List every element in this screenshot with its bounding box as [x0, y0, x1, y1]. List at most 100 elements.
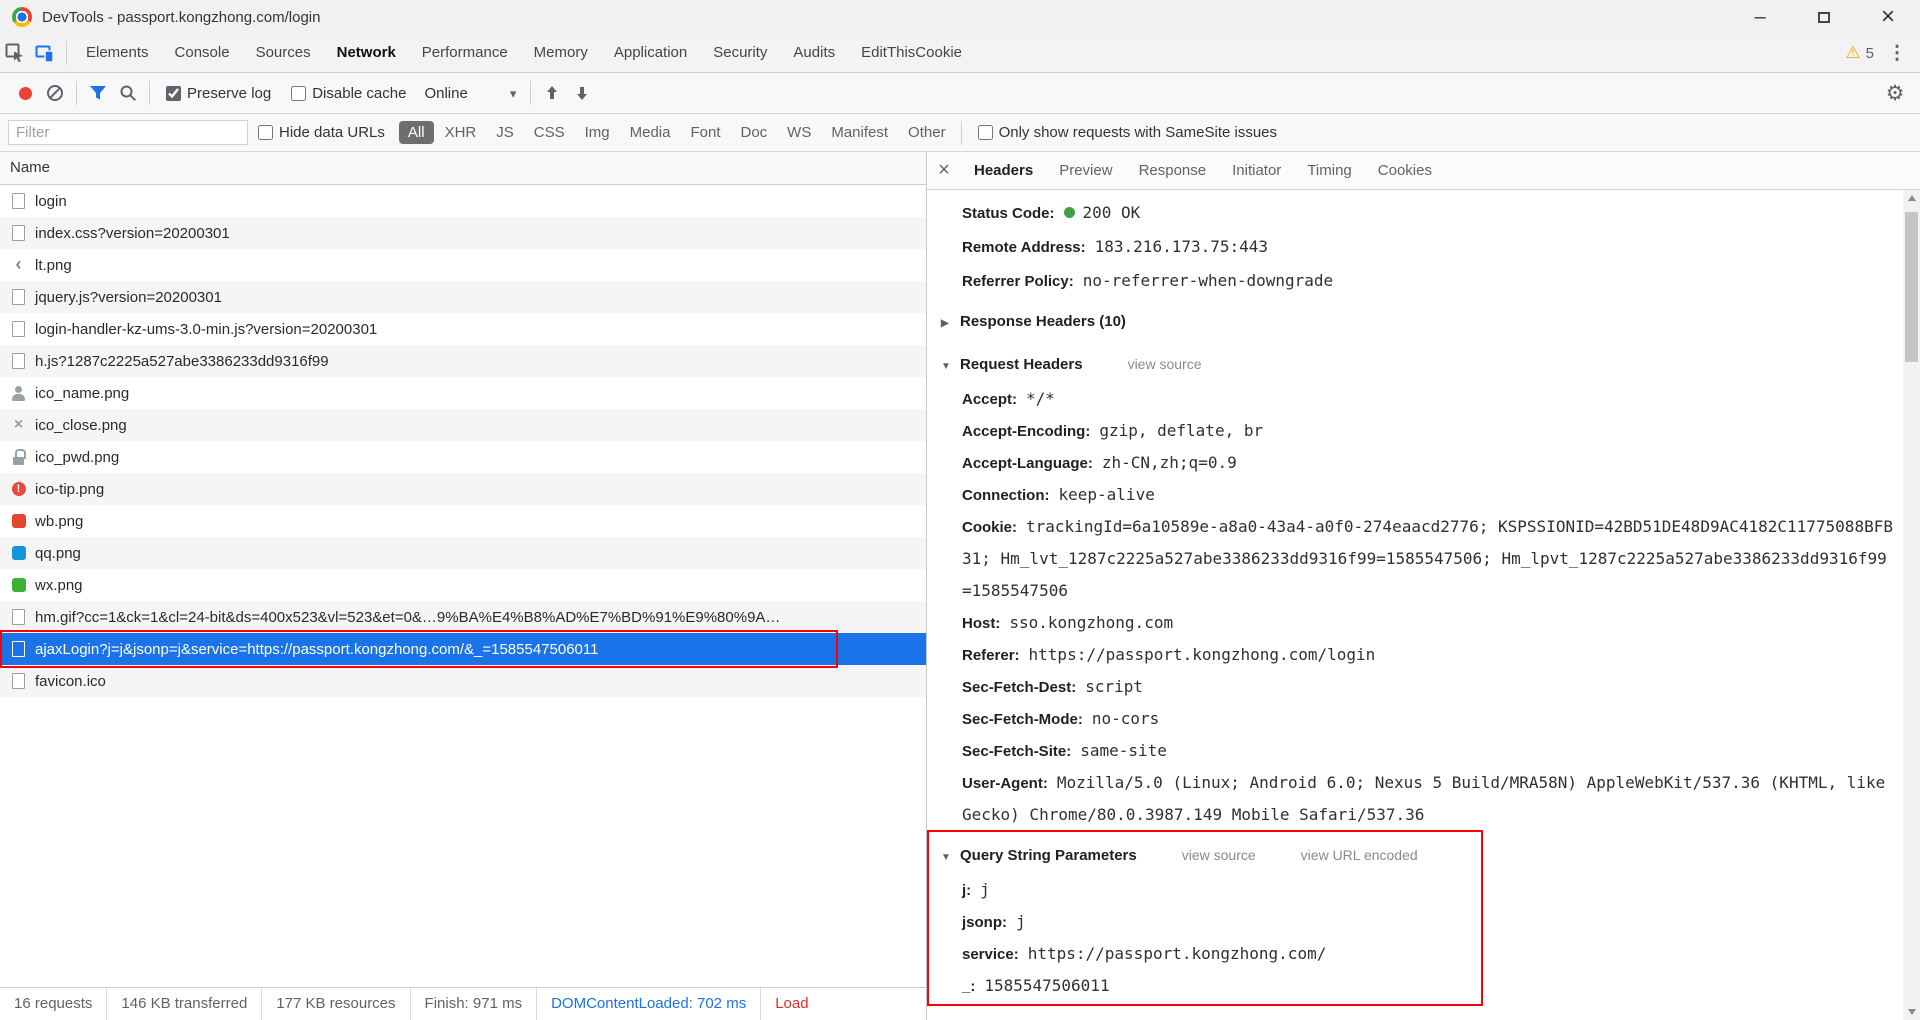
disable-cache-checkbox[interactable]	[291, 85, 307, 101]
request-row[interactable]: login	[0, 185, 926, 217]
section-header[interactable]: Response Headers (10)	[927, 306, 1894, 340]
maximize-button[interactable]	[1792, 0, 1856, 34]
header-item: Sec-Fetch-Mode: no-cors	[927, 703, 1894, 735]
request-row[interactable]: favicon.ico	[0, 665, 926, 697]
header-item: Sec-Fetch-Site: same-site	[927, 735, 1894, 767]
more-options-button[interactable]	[1882, 38, 1912, 68]
section-header[interactable]: Request Headers view source	[927, 348, 1894, 383]
request-row[interactable]: ico_pwd.png	[0, 441, 926, 473]
filter-chip-css[interactable]: CSS	[525, 121, 574, 144]
record-button[interactable]	[10, 78, 40, 108]
warning-count: 5	[1865, 44, 1874, 62]
detail-tab-response[interactable]: Response	[1126, 152, 1220, 189]
name-column-header[interactable]: Name	[0, 152, 926, 185]
header-value: keep-alive	[1058, 485, 1155, 504]
filter-chip-img[interactable]: Img	[576, 121, 619, 144]
disclosure-triangle-icon[interactable]	[941, 351, 953, 383]
minimize-button[interactable]	[1728, 0, 1792, 34]
section-title[interactable]: Response Headers (10)	[960, 313, 1126, 330]
preserve-log-checkbox[interactable]	[166, 85, 181, 101]
request-name: ico_close.png	[35, 416, 127, 434]
tab-audits[interactable]: Audits	[780, 34, 848, 72]
tab-application[interactable]: Application	[601, 34, 700, 72]
detail-tab-headers[interactable]: Headers	[961, 152, 1046, 189]
request-row[interactable]: wx.png	[0, 569, 926, 601]
tab-performance[interactable]: Performance	[409, 34, 521, 72]
throttling-select[interactable]: Online	[424, 85, 516, 102]
device-toolbar-button[interactable]	[30, 38, 60, 68]
request-row[interactable]: ico-tip.png	[0, 473, 926, 505]
filter-input[interactable]	[8, 120, 248, 145]
scrollbar-thumb[interactable]	[1905, 212, 1918, 362]
warnings-badge[interactable]: 5	[1837, 43, 1882, 63]
close-button[interactable]	[1856, 0, 1920, 34]
filter-chip-other[interactable]: Other	[899, 121, 955, 144]
search-button[interactable]	[113, 78, 143, 108]
document-icon	[10, 609, 27, 626]
request-row[interactable]: h.js?1287c2225a527abe3386233dd9316f99	[0, 345, 926, 377]
scroll-up-button[interactable]	[1903, 190, 1920, 207]
request-row[interactable]: ico_close.png	[0, 409, 926, 441]
request-row[interactable]: index.css?version=20200301	[0, 217, 926, 249]
filter-chip-all[interactable]: All	[398, 121, 434, 144]
request-row[interactable]: jquery.js?version=20200301	[0, 281, 926, 313]
hide-data-urls-checkbox[interactable]	[258, 125, 273, 140]
tab-security[interactable]: Security	[700, 34, 780, 72]
request-row[interactable]: hm.gif?cc=1&ck=1&cl=24-bit&ds=400x523&vl…	[0, 601, 926, 633]
header-item: User-Agent: Mozilla/5.0 (Linux; Android 6…	[927, 767, 1894, 831]
inspect-element-button[interactable]	[0, 38, 30, 68]
request-row[interactable]: qq.png	[0, 537, 926, 569]
request-row[interactable]: ajaxLogin?j=j&jsonp=j&service=https://pa…	[0, 630, 926, 668]
settings-button[interactable]	[1880, 78, 1910, 108]
section-title[interactable]: Query String Parameters	[960, 847, 1137, 864]
disable-cache-toggle[interactable]: Disable cache	[291, 85, 406, 102]
record-icon	[18, 86, 32, 100]
samesite-checkbox[interactable]	[977, 125, 993, 140]
header-label: service:	[962, 946, 1019, 963]
device-toolbar-icon	[35, 45, 54, 63]
preserve-log-toggle[interactable]: Preserve log	[166, 85, 271, 102]
clear-icon	[47, 85, 63, 101]
scroll-down-button[interactable]	[1903, 1003, 1920, 1020]
section-header[interactable]: Query String Parameters view source view U…	[927, 839, 1894, 874]
import-har-button[interactable]	[537, 78, 567, 108]
detail-tab-preview[interactable]: Preview	[1046, 152, 1125, 189]
filter-chip-manifest[interactable]: Manifest	[822, 121, 897, 144]
detail-tab-timing[interactable]: Timing	[1294, 152, 1364, 189]
detail-tab-cookies[interactable]: Cookies	[1365, 152, 1445, 189]
request-row[interactable]: login-handler-kz-ums-3.0-min.js?version=…	[0, 313, 926, 345]
filter-chip-media[interactable]: Media	[621, 121, 680, 144]
filter-chip-doc[interactable]: Doc	[731, 121, 776, 144]
filter-chip-font[interactable]: Font	[681, 121, 729, 144]
view-url-encoded-link[interactable]: view URL encoded	[1301, 847, 1418, 863]
tab-elements[interactable]: Elements	[73, 34, 162, 72]
request-name: ico_pwd.png	[35, 448, 120, 466]
samesite-toggle[interactable]: Only show requests with SameSite issues	[977, 124, 1278, 141]
request-row[interactable]: wb.png	[0, 505, 926, 537]
request-row[interactable]: ico_name.png	[0, 377, 926, 409]
clear-button[interactable]	[40, 78, 70, 108]
view-source-link[interactable]: view source	[1182, 847, 1256, 863]
filter-chip-ws[interactable]: WS	[778, 121, 820, 144]
filter-chip-js[interactable]: JS	[487, 121, 523, 144]
close-detail-pane-button[interactable]	[927, 159, 961, 182]
detail-tab-initiator[interactable]: Initiator	[1219, 152, 1294, 189]
request-name: ico-tip.png	[35, 480, 105, 498]
tab-memory[interactable]: Memory	[521, 34, 601, 72]
view-source-link[interactable]: view source	[1128, 356, 1202, 372]
vertical-scrollbar[interactable]	[1903, 190, 1920, 1020]
filter-toggle-button[interactable]	[83, 78, 113, 108]
section-title[interactable]: Request Headers	[960, 356, 1083, 373]
samesite-label: Only show requests with SameSite issues	[998, 124, 1278, 141]
disclosure-triangle-icon[interactable]	[941, 842, 953, 874]
tab-editthiscookie[interactable]: EditThisCookie	[848, 34, 975, 72]
request-row[interactable]: lt.png	[0, 249, 926, 281]
tab-network[interactable]: Network	[324, 34, 409, 72]
filter-chip-xhr[interactable]: XHR	[436, 121, 486, 144]
tab-sources[interactable]: Sources	[243, 34, 324, 72]
export-har-button[interactable]	[567, 78, 597, 108]
header-item: Sec-Fetch-Dest: script	[927, 671, 1894, 703]
hide-data-urls-toggle[interactable]: Hide data URLs	[258, 124, 385, 141]
tab-console[interactable]: Console	[162, 34, 243, 72]
disclosure-triangle-icon[interactable]	[941, 308, 953, 340]
